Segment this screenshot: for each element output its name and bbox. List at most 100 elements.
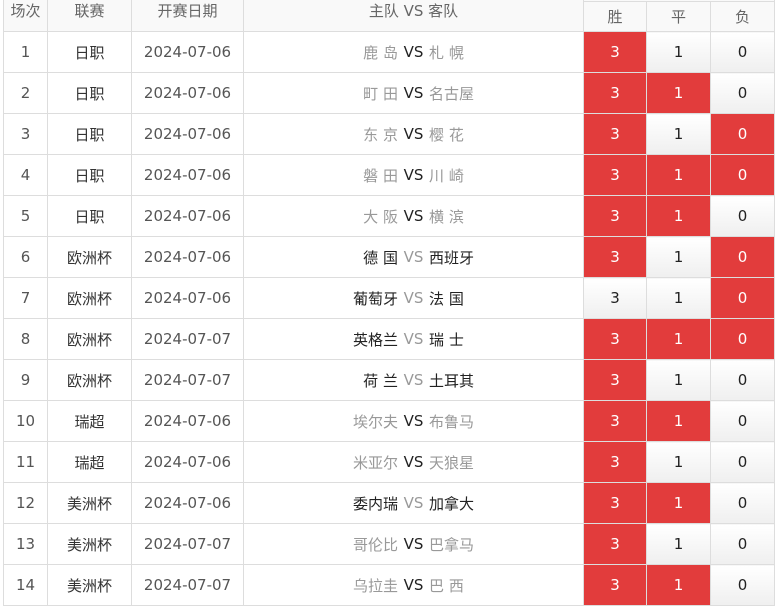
match-teams: 荷 兰 VS 土耳其: [243, 359, 584, 401]
win-option[interactable]: 3: [583, 113, 647, 155]
lose-option[interactable]: 0: [709, 359, 775, 401]
win-option[interactable]: 3: [583, 400, 647, 442]
draw-option[interactable]: 1: [646, 277, 711, 319]
win-option[interactable]: 3: [583, 564, 647, 606]
lose-option[interactable]: 0: [709, 195, 775, 237]
lose-option[interactable]: 0: [709, 318, 775, 360]
lose-option[interactable]: 0: [709, 154, 775, 196]
match-date: 2024-07-07: [131, 564, 244, 606]
draw-option[interactable]: 1: [646, 113, 711, 155]
lose-option[interactable]: 0: [709, 113, 775, 155]
draw-option[interactable]: 1: [646, 441, 711, 483]
lose-option[interactable]: 0: [709, 236, 775, 278]
league-name: 日职: [47, 154, 132, 196]
win-option[interactable]: 3: [583, 236, 647, 278]
league-name: 美洲杯: [47, 482, 132, 524]
home-team: 东 京: [363, 125, 398, 144]
lose-option[interactable]: 0: [709, 31, 775, 73]
match-date: 2024-07-06: [131, 113, 244, 155]
lose-option[interactable]: 0: [709, 523, 775, 565]
win-option[interactable]: 3: [583, 482, 647, 524]
away-team: 札 幌: [429, 43, 464, 62]
match-index: 1: [3, 31, 48, 73]
match-date: 2024-07-06: [131, 154, 244, 196]
home-team: 埃尔夫: [352, 412, 398, 431]
match-teams: 大 阪 VS 横 滨: [243, 195, 584, 237]
draw-option[interactable]: 1: [646, 236, 711, 278]
win-option[interactable]: 3: [583, 31, 647, 73]
header-match: 主队 VS 客队: [243, 0, 584, 32]
win-option[interactable]: 3: [583, 72, 647, 114]
vs-label: VS: [403, 84, 424, 102]
table-row: 6 欧洲杯 2024-07-06 德 国 VS 西班牙 3 1 0: [3, 236, 775, 278]
draw-option[interactable]: 1: [646, 72, 711, 114]
home-team: 磐 田: [363, 166, 398, 185]
league-name: 美洲杯: [47, 523, 132, 565]
draw-option[interactable]: 1: [646, 31, 711, 73]
draw-option[interactable]: 1: [646, 318, 711, 360]
vs-label: VS: [403, 289, 424, 307]
win-option[interactable]: 3: [583, 441, 647, 483]
match-date: 2024-07-07: [131, 359, 244, 401]
vs-label: VS: [403, 371, 424, 389]
match-teams: 葡萄牙 VS 法 国: [243, 277, 584, 319]
home-team: 英格兰: [352, 330, 398, 349]
draw-option[interactable]: 1: [646, 564, 711, 606]
away-team: 西班牙: [429, 248, 475, 267]
draw-option[interactable]: 1: [646, 523, 711, 565]
header-lose: 负: [709, 1, 775, 32]
table-row: 8 欧洲杯 2024-07-07 英格兰 VS 瑞 士 310: [3, 318, 775, 360]
away-team: 瑞 士: [429, 330, 464, 349]
lose-option[interactable]: 0: [709, 277, 775, 319]
match-teams: 英格兰 VS 瑞 士: [243, 318, 584, 360]
match-index: 2: [3, 72, 48, 114]
away-team: 巴 西: [429, 576, 464, 595]
match-date: 2024-07-06: [131, 277, 244, 319]
win-option[interactable]: 3: [583, 523, 647, 565]
league-name: 欧洲杯: [47, 277, 132, 319]
win-option[interactable]: 3: [583, 195, 647, 237]
away-team: 横 滨: [429, 207, 464, 226]
table-row: 10 瑞超 2024-07-06 埃尔夫 VS 布鲁马 3 1 0: [3, 400, 775, 442]
table-row: 1 日职 2024-07-06 鹿 岛 VS 札 幌310: [3, 31, 775, 73]
match-index: 14: [3, 564, 48, 606]
vs-label: VS: [403, 412, 424, 430]
header-date: 开赛日期: [131, 0, 244, 32]
lose-option[interactable]: 0: [709, 72, 775, 114]
match-date: 2024-07-06: [131, 482, 244, 524]
win-option[interactable]: 3: [583, 318, 647, 360]
lose-option[interactable]: 0: [709, 564, 775, 606]
table-row: 14 美洲杯 2024-07-07 乌拉圭 VS 巴 西 310: [3, 564, 775, 606]
match-teams: 哥伦比 VS 巴拿马: [243, 523, 584, 565]
draw-option[interactable]: 1: [646, 154, 711, 196]
win-option[interactable]: 3: [583, 277, 647, 319]
draw-option[interactable]: 1: [646, 482, 711, 524]
table-row: 7 欧洲杯 2024-07-06 葡萄牙 VS 法 国 310: [3, 277, 775, 319]
lose-option[interactable]: 0: [709, 482, 775, 524]
league-name: 日职: [47, 31, 132, 73]
league-name: 日职: [47, 113, 132, 155]
draw-option[interactable]: 1: [646, 400, 711, 442]
match-date: 2024-07-06: [131, 400, 244, 442]
draw-option[interactable]: 1: [646, 195, 711, 237]
match-table: 场次 联赛 开赛日期 主队 VS 客队 胜 平 负 1 日职 2024-07-06 鹿…: [3, 0, 775, 606]
match-index: 3: [3, 113, 48, 155]
table-row: 2 日职 2024-07-06 町 田 VS 名古屋 3 1 0: [3, 72, 775, 114]
lose-option[interactable]: 0: [709, 400, 775, 442]
league-name: 日职: [47, 195, 132, 237]
vs-label: VS: [403, 330, 424, 348]
table-row: 13 美洲杯 2024-07-07 哥伦比 VS 巴拿马 3 1 0: [3, 523, 775, 565]
vs-label: VS: [403, 207, 424, 225]
lose-option[interactable]: 0: [709, 441, 775, 483]
vs-label: VS: [403, 535, 424, 553]
draw-option[interactable]: 1: [646, 359, 711, 401]
match-teams: 埃尔夫 VS 布鲁马: [243, 400, 584, 442]
win-option[interactable]: 3: [583, 359, 647, 401]
match-date: 2024-07-06: [131, 31, 244, 73]
match-index: 12: [3, 482, 48, 524]
away-team: 名古屋: [429, 84, 475, 103]
vs-label: VS: [403, 248, 424, 266]
win-option[interactable]: 3: [583, 154, 647, 196]
away-team: 天狼星: [429, 453, 475, 472]
match-teams: 德 国 VS 西班牙: [243, 236, 584, 278]
